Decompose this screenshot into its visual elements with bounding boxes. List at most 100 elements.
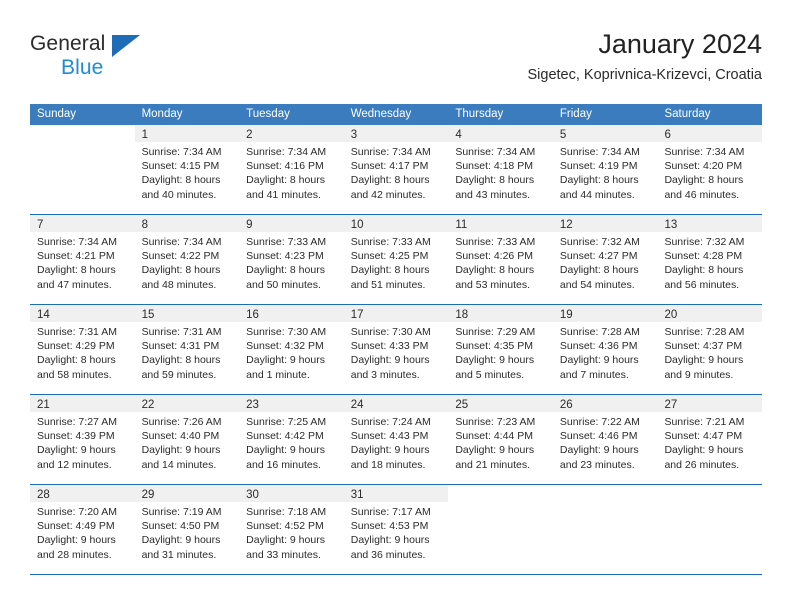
- calendar-day-cell[interactable]: 26 Sunrise: 7:22 AM Sunset: 4:46 PM Dayligh…: [552, 395, 658, 484]
- sunset-text: Sunset: 4:47 PM: [664, 430, 743, 443]
- calendar-day-cell[interactable]: 3 Sunrise: 7:34 AM Sunset: 4:17 PM Daylight…: [343, 125, 449, 214]
- calendar-day-cell[interactable]: 15 Sunrise: 7:31 AM Sunset: 4:31 PM Dayligh…: [134, 305, 240, 394]
- calendar-day-cell[interactable]: 11 Sunrise: 7:33 AM Sunset: 4:26 PM Dayligh…: [448, 215, 553, 304]
- day-details: [657, 502, 762, 505]
- calendar-day-cell[interactable]: 12 Sunrise: 7:32 AM Sunset: 4:27 PM Dayligh…: [552, 215, 658, 304]
- daylight-text-line2: and 18 minutes.: [350, 458, 426, 471]
- sunrise-text: Sunrise: 7:33 AM: [455, 236, 536, 248]
- calendar-grid: Sunday Monday Tuesday Wednesday Thursday Frid…: [30, 104, 763, 575]
- calendar-day-cell[interactable]: 29 Sunrise: 7:19 AM Sunset: 4:50 PM Dayligh…: [134, 485, 240, 574]
- calendar-day-cell[interactable]: 16 Sunrise: 7:30 AM Sunset: 4:32 PM Dayligh…: [239, 305, 344, 394]
- calendar-day-cell[interactable]: 30 Sunrise: 7:18 AM Sunset: 4:52 PM Dayligh…: [239, 485, 344, 574]
- sunset-text: Sunset: 4:40 PM: [141, 430, 220, 443]
- day-number: 30: [246, 489, 259, 501]
- sunrise-text: Sunrise: 7:22 AM: [559, 416, 640, 428]
- calendar-day-cell[interactable]: 31 Sunrise: 7:17 AM Sunset: 4:53 PM Dayligh…: [343, 485, 449, 574]
- day-details: Sunrise: 7:28 AM Sunset: 4:36 PM Daylight:…: [553, 322, 658, 382]
- day-number-band: 31: [343, 485, 449, 502]
- daylight-text-line2: and 26 minutes.: [664, 458, 740, 471]
- sunrise-text: Sunrise: 7:34 AM: [37, 236, 117, 248]
- daylight-text-line1: Daylight: 9 hours: [559, 354, 639, 367]
- sunrise-text: Sunrise: 7:19 AM: [141, 506, 222, 518]
- day-details: [553, 502, 658, 505]
- daylight-text-line1: Daylight: 9 hours: [455, 444, 535, 457]
- calendar-day-cell[interactable]: 25 Sunrise: 7:23 AM Sunset: 4:44 PM Dayligh…: [448, 395, 553, 484]
- calendar-day-cell[interactable]: 24 Sunrise: 7:24 AM Sunset: 4:43 PM Dayligh…: [343, 395, 449, 484]
- day-number: 2: [246, 129, 253, 141]
- daylight-text-line1: Daylight: 8 hours: [664, 264, 744, 277]
- calendar-week-row: 28 Sunrise: 7:20 AM Sunset: 4:49 PM Dayligh…: [30, 484, 763, 574]
- weekday-header-tuesday: Tuesday: [246, 108, 290, 120]
- day-number-band: 10: [343, 215, 449, 232]
- day-number: 21: [37, 399, 50, 411]
- calendar-day-cell[interactable]: 1 Sunrise: 7:34 AM Sunset: 4:15 PM Daylight…: [134, 125, 240, 214]
- day-details: Sunrise: 7:18 AM Sunset: 4:52 PM Daylight:…: [239, 502, 344, 562]
- day-number: 7: [37, 219, 44, 231]
- calendar-day-cell[interactable]: 23 Sunrise: 7:25 AM Sunset: 4:42 PM Dayligh…: [239, 395, 344, 484]
- sunset-text: Sunset: 4:23 PM: [246, 250, 324, 263]
- daylight-text-line1: Daylight: 8 hours: [664, 174, 744, 187]
- calendar-week-row: 1 Sunrise: 7:34 AM Sunset: 4:15 PM Daylight…: [30, 125, 763, 214]
- calendar-day-cell[interactable]: 9 Sunrise: 7:33 AM Sunset: 4:23 PM Daylight…: [239, 215, 344, 304]
- calendar-day-cell[interactable]: 21 Sunrise: 7:27 AM Sunset: 4:39 PM Dayligh…: [30, 395, 135, 484]
- daylight-text-line1: Daylight: 9 hours: [455, 354, 535, 367]
- day-details: Sunrise: 7:23 AM Sunset: 4:44 PM Daylight:…: [448, 412, 553, 472]
- day-number: 11: [455, 219, 468, 231]
- daylight-text-line1: Daylight: 8 hours: [141, 264, 221, 277]
- sunrise-text: Sunrise: 7:21 AM: [664, 416, 745, 428]
- calendar-day-cell[interactable]: 8 Sunrise: 7:34 AM Sunset: 4:22 PM Daylight…: [134, 215, 240, 304]
- daylight-text-line2: and 1 minute.: [246, 368, 310, 381]
- calendar-day-cell[interactable]: 2 Sunrise: 7:34 AM Sunset: 4:16 PM Daylight…: [239, 125, 344, 214]
- calendar-day-cell[interactable]: 4 Sunrise: 7:34 AM Sunset: 4:18 PM Daylight…: [448, 125, 553, 214]
- calendar-day-cell[interactable]: 19 Sunrise: 7:28 AM Sunset: 4:36 PM Dayligh…: [552, 305, 658, 394]
- sunset-text: Sunset: 4:32 PM: [246, 340, 324, 353]
- weekday-header-monday: Monday: [141, 108, 183, 120]
- sunset-text: Sunset: 4:20 PM: [664, 160, 743, 173]
- daylight-text-line1: Daylight: 9 hours: [37, 534, 116, 547]
- sunrise-text: Sunrise: 7:34 AM: [350, 146, 431, 158]
- calendar-day-cell[interactable]: 14 Sunrise: 7:31 AM Sunset: 4:29 PM Dayligh…: [30, 305, 135, 394]
- day-number: 13: [664, 219, 678, 231]
- daylight-text-line1: Daylight: 9 hours: [350, 444, 430, 457]
- sunset-text: Sunset: 4:53 PM: [350, 520, 429, 533]
- daylight-text-line2: and 46 minutes.: [664, 188, 740, 201]
- day-number-band: 29: [134, 485, 240, 502]
- calendar-day-cell[interactable]: 28 Sunrise: 7:20 AM Sunset: 4:49 PM Dayligh…: [30, 485, 135, 574]
- day-number: 18: [455, 309, 469, 321]
- sunrise-text: Sunrise: 7:31 AM: [141, 326, 222, 338]
- day-details: Sunrise: 7:33 AM Sunset: 4:23 PM Daylight:…: [239, 232, 344, 292]
- sunrise-text: Sunrise: 7:32 AM: [664, 236, 745, 248]
- daylight-text-line2: and 28 minutes.: [37, 548, 112, 561]
- calendar-day-cell[interactable]: 10 Sunrise: 7:33 AM Sunset: 4:25 PM Dayligh…: [343, 215, 449, 304]
- daylight-text-line2: and 16 minutes.: [246, 458, 321, 471]
- day-details: Sunrise: 7:17 AM Sunset: 4:53 PM Daylight:…: [344, 502, 449, 562]
- calendar-day-cell[interactable]: 17 Sunrise: 7:30 AM Sunset: 4:33 PM Dayligh…: [343, 305, 449, 394]
- page-title: January 2024: [598, 29, 762, 59]
- sunset-text: Sunset: 4:18 PM: [455, 160, 533, 173]
- calendar-day-cell[interactable]: 18 Sunrise: 7:29 AM Sunset: 4:35 PM Dayligh…: [448, 305, 553, 394]
- day-details: Sunrise: 7:34 AM Sunset: 4:15 PM Daylight:…: [135, 142, 240, 202]
- calendar-day-cell[interactable]: 27 Sunrise: 7:21 AM Sunset: 4:47 PM Dayligh…: [657, 395, 763, 484]
- day-number-band: 12: [552, 215, 658, 232]
- calendar-day-cell[interactable]: 7 Sunrise: 7:34 AM Sunset: 4:21 PM Daylight…: [30, 215, 135, 304]
- calendar-day-cell[interactable]: 6 Sunrise: 7:34 AM Sunset: 4:20 PM Daylight…: [657, 125, 763, 214]
- day-number: 20: [664, 309, 678, 321]
- day-details: Sunrise: 7:19 AM Sunset: 4:50 PM Daylight:…: [135, 502, 240, 562]
- day-number-band: 4: [448, 125, 553, 142]
- day-number: 3: [350, 129, 358, 141]
- day-number: 16: [246, 309, 259, 321]
- daylight-text-line2: and 54 minutes.: [559, 278, 635, 291]
- weekday-header-sunday: Sunday: [37, 108, 77, 120]
- day-details: Sunrise: 7:30 AM Sunset: 4:32 PM Daylight:…: [239, 322, 344, 382]
- calendar-day-cell-empty: [552, 485, 658, 574]
- day-number-band: 21: [30, 395, 135, 412]
- sunrise-text: Sunrise: 7:24 AM: [350, 416, 431, 428]
- calendar-day-cell[interactable]: 22 Sunrise: 7:26 AM Sunset: 4:40 PM Dayligh…: [134, 395, 240, 484]
- day-number-band: 20: [657, 305, 763, 322]
- daylight-text-line2: and 53 minutes.: [455, 278, 531, 291]
- calendar-day-cell[interactable]: 20 Sunrise: 7:28 AM Sunset: 4:37 PM Dayligh…: [657, 305, 763, 394]
- sunset-text: Sunset: 4:21 PM: [37, 250, 115, 263]
- calendar-day-cell[interactable]: 13 Sunrise: 7:32 AM Sunset: 4:28 PM Dayligh…: [657, 215, 763, 304]
- calendar-day-cell[interactable]: 5 Sunrise: 7:34 AM Sunset: 4:19 PM Daylight…: [552, 125, 658, 214]
- daylight-text-line2: and 5 minutes.: [455, 368, 525, 381]
